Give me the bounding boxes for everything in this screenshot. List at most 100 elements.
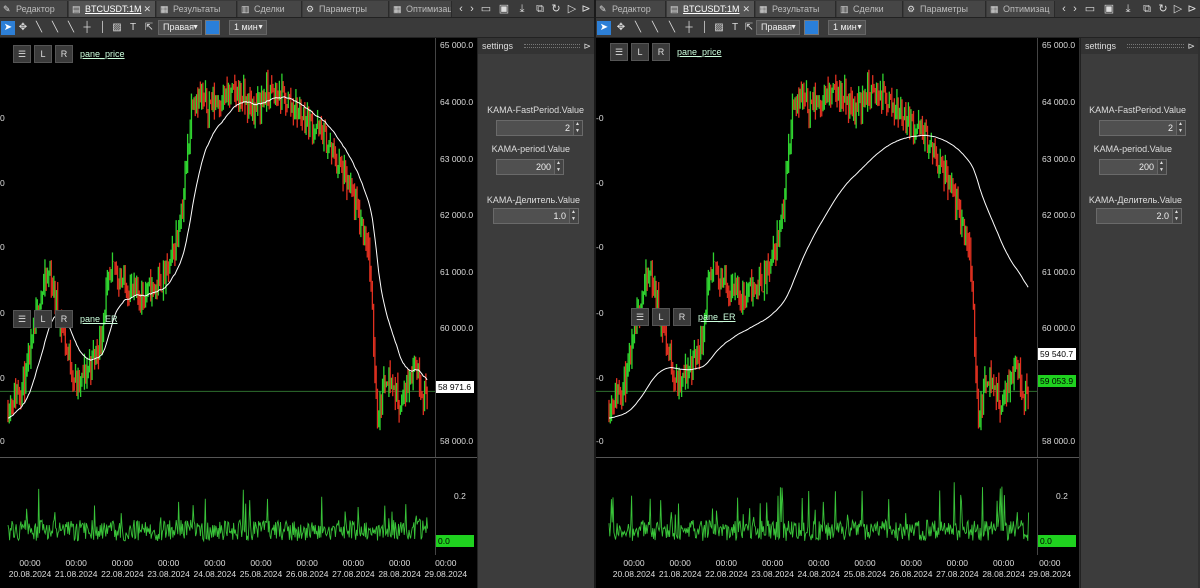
tab-editor[interactable]: ✎ Редактор [596, 1, 666, 17]
tab-optimization[interactable]: ▦ Оптимизац [987, 1, 1055, 17]
pane-right-button[interactable]: R [673, 308, 691, 326]
refresh-icon[interactable]: ↻ [550, 3, 562, 15]
close-icon[interactable]: ✕ [143, 1, 151, 17]
price-pane[interactable]: 65 000.0 64 000.0 63 000.0 62 000.0 61 0… [0, 38, 477, 458]
align-dropdown[interactable]: Правая ▼ [756, 20, 800, 35]
pointer-icon[interactable]: ➤ [1, 21, 15, 35]
color-picker[interactable] [804, 20, 819, 35]
play-icon[interactable]: ▷ [566, 3, 578, 15]
param-input[interactable]: 2 ▲ ▼ [496, 120, 583, 136]
pin-icon[interactable]: ⊳ [1187, 38, 1195, 54]
download-icon[interactable]: ⤓ [516, 3, 528, 15]
close-icon[interactable]: ✕ [742, 1, 750, 17]
cursor-tool-icon[interactable]: ⇱ [742, 21, 756, 35]
cursor-tool-icon[interactable]: ⇱ [142, 21, 156, 35]
param-input[interactable]: 200 ▲ ▼ [1099, 159, 1167, 175]
extended-line-icon[interactable]: ╲ [665, 21, 679, 35]
timeframe-dropdown[interactable]: 1 мин ▼ [828, 20, 866, 35]
line-tool-icon[interactable]: ╲ [631, 21, 645, 35]
spinner[interactable]: ▲ ▼ [569, 209, 578, 223]
text-tool-icon[interactable]: T [728, 21, 742, 35]
pin-icon[interactable]: ⊳ [583, 38, 591, 54]
crosshair-icon[interactable]: ✥ [614, 21, 628, 35]
spinner[interactable]: ▲ ▼ [573, 121, 582, 135]
pane-right-button[interactable]: R [55, 45, 73, 63]
param-input[interactable]: 2.0 ▲ ▼ [1096, 208, 1182, 224]
fibonacci-icon[interactable]: ▨ [110, 21, 124, 35]
timeframe-dropdown[interactable]: 1 мин ▼ [229, 20, 267, 35]
spin-up-icon[interactable]: ▲ [1159, 161, 1164, 166]
spin-up-icon[interactable]: ▲ [571, 210, 576, 215]
pane-price-label[interactable]: pane_price [80, 49, 125, 59]
spinner[interactable]: ▲ ▼ [1157, 160, 1166, 174]
ray-tool-icon[interactable]: ╲ [48, 21, 62, 35]
spin-down-icon[interactable]: ▼ [556, 168, 561, 173]
copy-icon[interactable]: ⧉ [1141, 3, 1153, 15]
line-tool-icon[interactable]: ╲ [32, 21, 46, 35]
spin-down-icon[interactable]: ▼ [571, 217, 576, 222]
vertical-line-icon[interactable]: │ [698, 21, 712, 35]
vertical-line-icon[interactable]: │ [96, 21, 110, 35]
pointer-icon[interactable]: ➤ [597, 21, 611, 35]
save-icon[interactable]: ▣ [498, 3, 510, 15]
tab-deals[interactable]: ▥ Сделки [837, 1, 903, 17]
tab-chart[interactable]: ▤ BTCUSDT:1M ✕ [69, 1, 156, 17]
tab-params[interactable]: ⚙ Параметры [904, 1, 986, 17]
price-axis[interactable]: 65 000.0 64 000.0 63 000.0 62 000.0 61 0… [435, 38, 477, 457]
pane-left-button[interactable]: L [34, 45, 52, 63]
er-axis[interactable]: 0.2 0.0 [435, 459, 477, 555]
list-icon[interactable]: ☰ [13, 45, 31, 63]
er-pane[interactable]: 0.2 0.0 [0, 459, 477, 555]
tab-chart[interactable]: ▤ BTCUSDT:1M ✕ [667, 1, 755, 17]
tab-results[interactable]: ▦ Результаты [756, 1, 836, 17]
align-dropdown[interactable]: Правая ▼ [158, 20, 202, 35]
spin-up-icon[interactable]: ▲ [1174, 210, 1179, 215]
param-input[interactable]: 1.0 ▲ ▼ [493, 208, 579, 224]
spin-up-icon[interactable]: ▲ [575, 122, 580, 127]
er-pane[interactable]: 0.2 0.0 [596, 459, 1079, 555]
param-input[interactable]: 2 ▲ ▼ [1099, 120, 1186, 136]
save-icon[interactable]: ▣ [1103, 3, 1115, 15]
list-icon[interactable]: ☰ [13, 310, 31, 328]
list-icon[interactable]: ☰ [631, 308, 649, 326]
spin-down-icon[interactable]: ▼ [1159, 168, 1164, 173]
fibonacci-icon[interactable]: ▨ [712, 21, 726, 35]
download-icon[interactable]: ⤓ [1122, 3, 1134, 15]
price-pane[interactable]: 65 000.0 64 000.0 63 000.0 62 000.0 61 0… [596, 38, 1079, 458]
chevron-right-icon[interactable]: › [1069, 3, 1081, 15]
horizontal-line-icon[interactable]: ┼ [682, 21, 696, 35]
refresh-icon[interactable]: ↻ [1157, 3, 1169, 15]
spin-down-icon[interactable]: ▼ [1178, 129, 1183, 134]
spin-up-icon[interactable]: ▲ [1178, 122, 1183, 127]
horizontal-line-icon[interactable]: ┼ [80, 21, 94, 35]
pane-er-label[interactable]: pane_ER [698, 312, 736, 322]
open-folder-icon[interactable]: ▭ [1084, 3, 1096, 15]
price-plot[interactable] [596, 38, 1037, 458]
play-icon[interactable]: ▷ [1172, 3, 1184, 15]
extended-line-icon[interactable]: ╲ [64, 21, 78, 35]
chevron-right-icon[interactable]: › [466, 3, 478, 15]
pane-left-button[interactable]: L [631, 43, 649, 61]
ray-tool-icon[interactable]: ╲ [648, 21, 662, 35]
copy-icon[interactable]: ⧉ [534, 3, 546, 15]
list-icon[interactable]: ☰ [610, 43, 628, 61]
pane-right-button[interactable]: R [55, 310, 73, 328]
spin-down-icon[interactable]: ▼ [1174, 217, 1179, 222]
er-plot[interactable] [0, 459, 435, 555]
spin-down-icon[interactable]: ▼ [575, 129, 580, 134]
tab-params[interactable]: ⚙ Параметры [303, 1, 389, 17]
tab-deals[interactable]: ▥ Сделки [238, 1, 302, 17]
price-plot[interactable] [0, 38, 435, 458]
time-axis[interactable]: 00:00 20.08.2024 00:00 21.08.2024 00:00 22.08… [596, 555, 1079, 588]
tab-optimization[interactable]: ▦ Оптимизац [390, 1, 452, 17]
open-folder-icon[interactable]: ▭ [480, 3, 492, 15]
pane-er-label[interactable]: pane_ER [80, 314, 118, 324]
crosshair-icon[interactable]: ✥ [16, 21, 30, 35]
spinner[interactable]: ▲ ▼ [1172, 209, 1181, 223]
pin-icon[interactable]: ⊳ [1186, 3, 1198, 15]
pin-icon[interactable]: ⊳ [580, 3, 592, 15]
chart-area[interactable]: 65 000.0 64 000.0 63 000.0 62 000.0 61 0… [596, 38, 1079, 588]
spinner[interactable]: ▲ ▼ [554, 160, 563, 174]
pane-left-button[interactable]: L [34, 310, 52, 328]
chart-area[interactable]: 65 000.0 64 000.0 63 000.0 62 000.0 61 0… [0, 38, 477, 588]
